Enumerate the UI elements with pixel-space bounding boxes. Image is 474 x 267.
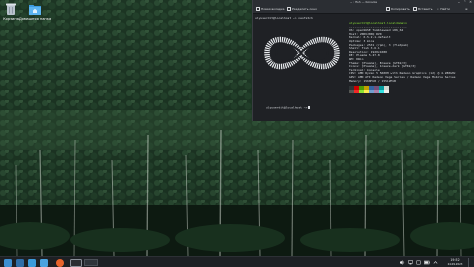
discover-store-icon[interactable] — [28, 258, 36, 267]
trash-icon — [6, 3, 16, 15]
copy-icon — [386, 7, 390, 11]
text-cursor — [308, 105, 311, 109]
color-palette — [349, 86, 409, 93]
firefox-icon[interactable] — [56, 258, 64, 267]
home-folder-icon — [29, 5, 41, 15]
dolphin-files-icon[interactable] — [40, 258, 48, 267]
terminal-output[interactable]: ulyuserdit@localhost ~> neofetch ulyuser… — [253, 14, 474, 121]
virtual-desktops[interactable] — [84, 259, 98, 266]
clock[interactable]: 19:52 24.09.2023 — [444, 258, 466, 266]
network-icon[interactable] — [408, 260, 413, 265]
app-launcher-icon[interactable] — [4, 258, 12, 267]
new-tab-label: Новая вкладка — [261, 7, 285, 11]
menu-icon: ≡ — [465, 7, 468, 11]
system-info-line: Memory: 1560MiB / 15512MiB — [349, 78, 396, 83]
search-icon: ⌕ — [437, 7, 439, 11]
desktop-icon-home[interactable]: Домашняя папка — [18, 3, 52, 21]
command-prompt-line: ulyuserdit@localhost ~> — [255, 102, 311, 113]
paste-label: Вставить — [418, 7, 433, 11]
show-desktop-button[interactable] — [468, 258, 473, 267]
new-tab-icon — [256, 7, 260, 11]
konsole-window[interactable]: ~ : fish — Konsole ⌄ ⌃ ✕ Новая вкладка Р… — [252, 0, 474, 121]
hamburger-menu-button[interactable]: ≡ — [465, 7, 468, 11]
new-tab-button[interactable]: Новая вкладка — [256, 7, 285, 11]
desktop-icon-label: Корзина — [3, 17, 19, 21]
copy-label: Копировать — [391, 7, 410, 11]
paste-button[interactable]: Вставить — [413, 7, 433, 11]
keyboard-layout-icon[interactable] — [416, 260, 421, 265]
chevron-up-icon[interactable] — [433, 260, 438, 265]
terminal-toolbar: Новая вкладка Разделить окно Копировать … — [253, 5, 474, 14]
palette-swatch — [384, 89, 389, 93]
system-settings-icon[interactable] — [16, 258, 24, 267]
window-title: ~ : fish — Konsole — [349, 0, 378, 4]
battery-icon[interactable] — [424, 260, 430, 265]
find-label: Найти — [440, 7, 450, 11]
prompt-text: ulyuserdit@localhost ~> — [265, 105, 308, 110]
opensuse-ascii-logo — [264, 36, 340, 70]
split-view-button[interactable]: Разделить окно — [287, 7, 317, 11]
taskbar: 19:52 24.09.2023 — [0, 256, 474, 267]
find-button[interactable]: ⌕ Найти — [437, 7, 450, 11]
split-view-label: Разделить окно — [292, 7, 317, 11]
tray-area — [398, 258, 442, 267]
copy-button[interactable]: Копировать — [386, 7, 410, 11]
konsole-icon[interactable] — [70, 258, 82, 267]
split-view-icon — [287, 7, 291, 11]
paste-icon — [413, 7, 417, 11]
desktop-icon-label: Домашняя папка — [18, 17, 52, 21]
volume-icon[interactable] — [400, 260, 405, 265]
command-prompt-line: ulyuserdit@localhost ~> neofetch — [255, 16, 313, 20]
clock-date: 24.09.2023 — [447, 262, 463, 266]
